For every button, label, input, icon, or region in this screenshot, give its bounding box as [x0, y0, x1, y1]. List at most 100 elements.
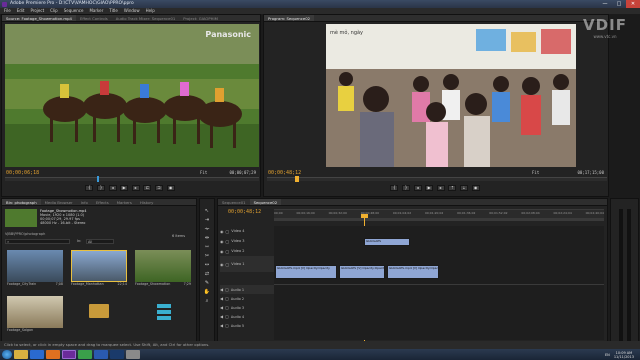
tab-info[interactable]: Info [77, 199, 92, 205]
speaker-icon[interactable]: ◀ [220, 296, 223, 301]
media-taskbar-icon[interactable] [30, 350, 44, 359]
rolling-edit-tool-icon[interactable]: ⇹ [203, 234, 212, 242]
hand-tool-icon[interactable]: ✋ [203, 288, 212, 296]
tab-project[interactable]: Project: GIAOPHIM [179, 15, 222, 21]
track-select-tool-icon[interactable]: ⇥ [203, 216, 212, 224]
source-playhead[interactable] [97, 176, 99, 182]
zoom-tool-icon[interactable]: ⌕ [203, 297, 212, 305]
slip-tool-icon[interactable]: ↔ [203, 261, 212, 269]
tab-effect-controls[interactable]: Effect Controls [76, 15, 112, 21]
timeline-clip[interactable]: GIAOLAPS [364, 238, 410, 246]
program-mark-out-button[interactable]: } [402, 185, 411, 191]
mark-in-button[interactable]: { [85, 185, 94, 191]
chrome-taskbar-icon[interactable] [78, 350, 92, 359]
maximize-button[interactable]: □ [612, 0, 626, 8]
source-timecode[interactable]: 00;00;06;18 [6, 170, 39, 176]
tab-sequence01[interactable]: Sequence01 [218, 199, 250, 205]
program-step-forward-button[interactable]: ▸ [436, 185, 445, 191]
lock-icon[interactable]: ▢ [226, 262, 230, 267]
sequence-icon[interactable] [157, 304, 171, 320]
eye-icon[interactable]: ◉ [220, 262, 224, 267]
items-count: 6 Items [172, 234, 186, 238]
lock-icon[interactable]: ▢ [225, 296, 229, 301]
tab-sequence02[interactable]: Sequence02 [249, 199, 282, 205]
step-back-button[interactable]: ◂ [108, 185, 117, 191]
folder-icon[interactable] [89, 304, 109, 318]
timeline-clip[interactable]: GIAOLAPS [V] Opacity:Opacity [339, 265, 385, 279]
photoshop-taskbar-icon[interactable] [110, 350, 124, 359]
tab-effects[interactable]: Effects [92, 199, 113, 205]
program-export-frame-button[interactable]: ◉ [471, 185, 480, 191]
tab-bin[interactable]: Bin: photograph [2, 199, 41, 205]
eye-icon[interactable]: ◉ [220, 239, 224, 244]
close-button[interactable]: ✕ [626, 0, 640, 8]
lift-button[interactable]: ⇡ [448, 185, 457, 191]
source-zoom-select[interactable]: Fit [200, 170, 207, 175]
firefox-taskbar-icon[interactable] [46, 350, 60, 359]
timeline-ruler[interactable]: 00;00 00;00;16;00 00;00;32;00 00;00;48;0… [274, 209, 604, 221]
insert-button[interactable]: ⊏ [143, 185, 152, 191]
eye-icon[interactable]: ◉ [220, 249, 224, 254]
source-video-frame[interactable]: Panasonic [5, 24, 259, 167]
lock-icon[interactable]: ▢ [225, 287, 229, 292]
tab-media-browser[interactable]: Media Browser [41, 199, 77, 205]
source-time-ruler[interactable] [5, 176, 259, 182]
step-forward-button[interactable]: ▸ [131, 185, 140, 191]
pen-tool-icon[interactable]: ✎ [203, 279, 212, 287]
tab-program[interactable]: Program: Sequence02 [264, 15, 315, 21]
lock-icon[interactable]: ▢ [226, 239, 230, 244]
program-play-button[interactable]: ▶ [425, 185, 434, 191]
program-time-ruler[interactable] [267, 176, 607, 182]
overwrite-button[interactable]: ⊐ [154, 185, 163, 191]
tab-markers[interactable]: Markers [113, 199, 136, 205]
search-input[interactable]: ⌕ [5, 239, 70, 244]
tab-source[interactable]: Source: Footage_Showmotion.mp4 [2, 15, 76, 21]
lock-icon[interactable]: ▢ [226, 249, 230, 254]
list-item[interactable]: Footage_Manhattan 22;14 [71, 250, 127, 290]
export-frame-button[interactable]: ◉ [166, 185, 175, 191]
lock-icon[interactable]: ▢ [225, 323, 229, 328]
search-in-select[interactable]: All [86, 239, 114, 244]
timeline-playhead-handle[interactable] [361, 214, 368, 218]
language-indicator[interactable]: EN [605, 353, 610, 357]
play-button[interactable]: ▶ [120, 185, 129, 191]
list-item[interactable]: Footage_CityTrain 7;08 [7, 250, 63, 290]
ripple-edit-tool-icon[interactable]: ⟛ [203, 225, 212, 233]
other-taskbar-icon[interactable] [126, 350, 140, 359]
list-item[interactable]: Footage_Showmotion 7;29 [135, 250, 191, 290]
program-playhead[interactable] [295, 176, 299, 182]
lock-icon[interactable]: ▢ [225, 314, 229, 319]
work-area-bar[interactable] [274, 218, 604, 221]
premiere-taskbar-icon[interactable] [62, 350, 76, 359]
rate-stretch-tool-icon[interactable]: ⇿ [203, 243, 212, 251]
program-step-back-button[interactable]: ◂ [413, 185, 422, 191]
tab-audio-mixer[interactable]: Audio Track Mixer: Sequence01 [112, 15, 179, 21]
clock-time: 10:09 AM [615, 350, 633, 355]
list-item[interactable]: Footage_Saigon [7, 296, 63, 336]
speaker-icon[interactable]: ◀ [220, 305, 223, 310]
explorer-taskbar-icon[interactable] [14, 350, 28, 359]
program-zoom-select[interactable]: Fit [532, 170, 539, 175]
speaker-icon[interactable]: ◀ [220, 314, 223, 319]
extract-button[interactable]: ⇣ [459, 185, 468, 191]
program-video-frame[interactable]: mè mỏ, ngày [326, 24, 576, 167]
timeline-clip[interactable]: GIAOLAPS.mp4 [V] Opacity:Opacity [387, 265, 439, 279]
slide-tool-icon[interactable]: ⇄ [203, 270, 212, 278]
speaker-icon[interactable]: ◀ [220, 287, 223, 292]
track-area[interactable] [274, 226, 604, 340]
timeline-clip[interactable]: GIAOLAPS.mp4 [V] Opacity:Opacity [275, 265, 337, 279]
tab-history[interactable]: History [136, 199, 158, 205]
selection-tool-icon[interactable]: ↖ [203, 207, 212, 215]
program-mark-in-button[interactable]: { [390, 185, 399, 191]
lock-icon[interactable]: ▢ [225, 305, 229, 310]
speaker-icon[interactable]: ◀ [220, 323, 223, 328]
lock-icon[interactable]: ▢ [226, 229, 230, 234]
razor-tool-icon[interactable]: ✂ [203, 252, 212, 260]
mark-out-button[interactable]: } [97, 185, 106, 191]
timeline-timecode[interactable]: 00;00;48;12 [228, 209, 261, 215]
eye-icon[interactable]: ◉ [220, 229, 224, 234]
clock[interactable]: 10:09 AM 11/11/2013 [614, 351, 634, 359]
minimize-button[interactable]: — [598, 0, 612, 8]
start-button-icon[interactable] [2, 350, 12, 359]
word-taskbar-icon[interactable] [94, 350, 108, 359]
